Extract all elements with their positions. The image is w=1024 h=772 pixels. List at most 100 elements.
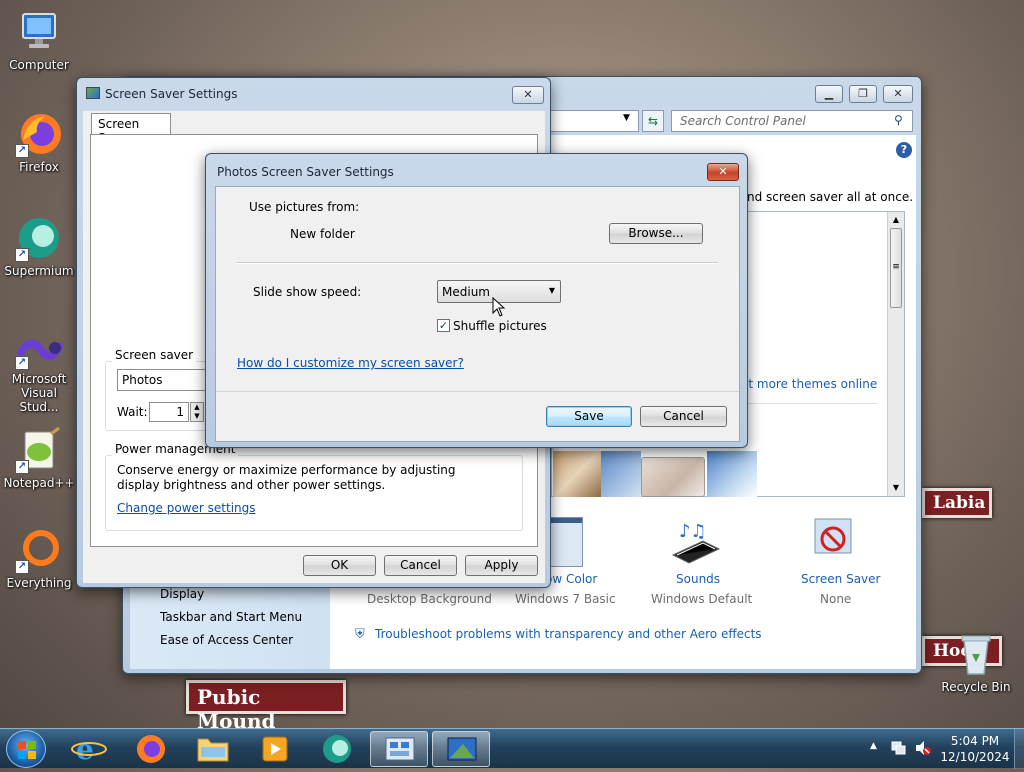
minimize-button[interactable]: ▁ — [815, 85, 843, 103]
everything-icon: ↗ — [15, 526, 63, 574]
tab-screen-saver[interactable]: Screen Saver — [91, 113, 171, 145]
scroll-down-icon[interactable]: ▼ — [888, 480, 904, 496]
start-button[interactable] — [6, 730, 46, 768]
dialog-title: Photos Screen Saver Settings — [217, 165, 394, 179]
wait-spinner[interactable]: ▲ ▼ — [190, 402, 204, 422]
browse-button[interactable]: Browse... — [609, 223, 703, 244]
wallpaper-sign-labia: Labia — [922, 488, 992, 518]
power-text: Conserve energy or maximize performance … — [117, 463, 456, 492]
volume-muted-icon[interactable] — [914, 740, 932, 756]
sounds-subtitle: Windows Default — [651, 592, 753, 606]
scroll-up-icon[interactable]: ▲ — [888, 212, 904, 228]
show-desktop-button[interactable] — [1014, 729, 1024, 769]
screen-saver-subtitle: None — [820, 592, 852, 606]
screen-saver-link[interactable]: Screen Saver — [801, 572, 880, 586]
theme-thumbnail[interactable] — [553, 451, 601, 497]
desktop-icon-label: Firefox — [19, 160, 59, 174]
desktop-icon-label: Computer — [9, 58, 69, 72]
taskbar-control-panel[interactable] — [370, 731, 428, 767]
search-input[interactable]: Search Control Panel — [671, 110, 913, 132]
desktop-icon-label: Supermium — [4, 264, 74, 278]
screen-saver-settings-icon — [447, 737, 477, 761]
sounds-icon[interactable]: ♪♫ — [669, 517, 723, 567]
network-icon[interactable] — [890, 740, 906, 756]
desktop-icon-label: Everything — [6, 576, 72, 590]
apply-button[interactable]: Apply — [465, 555, 538, 576]
internet-explorer-icon: e — [71, 733, 107, 766]
themes-scrollbar[interactable]: ▲ ≡ ▼ — [887, 212, 904, 496]
taskbar: e ▲ 5:04 PM 12/10/2024 — [0, 728, 1024, 769]
taskbar-internet-explorer[interactable]: e — [60, 731, 118, 767]
search-icon[interactable]: ⚲ — [894, 113, 903, 127]
sidebar-link-taskbar[interactable]: Taskbar and Start Menu — [160, 610, 302, 624]
shortcut-arrow-icon: ↗ — [15, 144, 29, 158]
computer-icon — [15, 8, 63, 56]
theme-thumbnail[interactable] — [707, 451, 757, 497]
close-button[interactable]: ✕ — [512, 86, 544, 104]
close-button[interactable]: ✕ — [883, 85, 913, 103]
window-title: Screen Saver Settings — [105, 87, 238, 101]
shuffle-label[interactable]: Shuffle pictures — [453, 319, 547, 333]
taskbar-supermium[interactable] — [308, 731, 366, 767]
cancel-button[interactable]: Cancel — [384, 555, 457, 576]
taskbar-media-player[interactable] — [246, 731, 304, 767]
scroll-thumb[interactable]: ≡ — [890, 228, 902, 308]
folder-name: New folder — [290, 227, 355, 241]
desktop-icon-visual-studio[interactable]: ↗ Microsoft Visual Stud... — [3, 330, 75, 414]
more-themes-link[interactable]: et more themes online — [741, 377, 877, 391]
desktop-icon-notepadpp[interactable]: ↗ Notepad++ — [3, 426, 75, 490]
clock-date[interactable]: 12/10/2024 — [940, 750, 1010, 764]
sounds-link[interactable]: Sounds — [676, 572, 720, 586]
desktop-icon-firefox[interactable]: ↗ Firefox — [3, 110, 75, 174]
desktop-icon-recycle-bin[interactable]: Recycle Bin — [938, 630, 1014, 694]
address-dropdown-icon[interactable]: ▼ — [623, 113, 630, 123]
search-placeholder: Search Control Panel — [680, 114, 806, 128]
svg-text:e: e — [76, 733, 94, 766]
desktop-icon-computer[interactable]: Computer — [3, 8, 75, 72]
theme-thumbnail[interactable] — [601, 451, 641, 497]
maximize-button[interactable]: ❐ — [849, 85, 877, 103]
sidebar-link-display[interactable]: Display — [160, 587, 204, 601]
refresh-icon[interactable]: ⇆ — [642, 110, 664, 132]
troubleshoot-link[interactable]: Troubleshoot problems with transparency … — [375, 627, 762, 641]
separator — [237, 262, 718, 264]
shortcut-arrow-icon: ↗ — [15, 248, 29, 262]
slide-speed-value: Medium — [442, 285, 490, 299]
save-button[interactable]: Save — [546, 406, 632, 427]
show-hidden-icons-icon[interactable]: ▲ — [870, 741, 877, 751]
media-player-icon — [262, 736, 288, 762]
wait-input[interactable]: 1 — [149, 402, 189, 422]
help-link[interactable]: How do I customize my screen saver? — [237, 356, 464, 370]
recycle-bin-icon — [952, 630, 1000, 678]
window-color-link[interactable]: ow Color — [545, 572, 597, 586]
ok-button[interactable]: OK — [303, 555, 376, 576]
desktop-icon-label: Recycle Bin — [941, 680, 1011, 694]
clock-time[interactable]: 5:04 PM — [940, 734, 1010, 748]
cancel-button[interactable]: Cancel — [640, 406, 727, 427]
window-color-icon[interactable] — [547, 517, 583, 567]
taskbar-firefox[interactable] — [122, 731, 180, 767]
shuffle-checkbox[interactable]: ✓ — [437, 319, 450, 332]
sidebar-link-ease-of-access[interactable]: Ease of Access Center — [160, 633, 293, 647]
close-button[interactable]: ✕ — [707, 163, 739, 181]
desktop-icon-label: Microsoft Visual Stud... — [11, 372, 67, 414]
taskbar-windows-explorer[interactable] — [184, 731, 242, 767]
windows-logo-icon — [18, 741, 36, 759]
photos-settings-dialog: Photos Screen Saver Settings ✕ Use pictu… — [205, 153, 748, 448]
themes-divider — [741, 403, 877, 404]
shortcut-arrow-icon: ↗ — [15, 460, 29, 474]
theme-thumbnail-selected[interactable] — [641, 457, 705, 497]
desktop-icon-everything[interactable]: ↗ Everything — [3, 526, 75, 590]
screen-saver-window-icon — [86, 87, 100, 99]
svg-text:♪♫: ♪♫ — [679, 521, 707, 542]
chevron-down-icon: ▼ — [548, 286, 555, 295]
desktop-icon-supermium[interactable]: ↗ Supermium — [3, 214, 75, 278]
notepadpp-icon: ↗ — [15, 426, 63, 474]
change-power-settings-link[interactable]: Change power settings — [117, 501, 256, 515]
screen-saver-icon[interactable] — [811, 517, 855, 565]
slide-speed-label: Slide show speed: — [253, 285, 362, 299]
help-icon[interactable]: ? — [896, 142, 912, 158]
folder-icon — [197, 738, 229, 762]
wait-label: Wait: — [117, 405, 148, 419]
taskbar-screen-saver-settings[interactable] — [432, 731, 490, 767]
